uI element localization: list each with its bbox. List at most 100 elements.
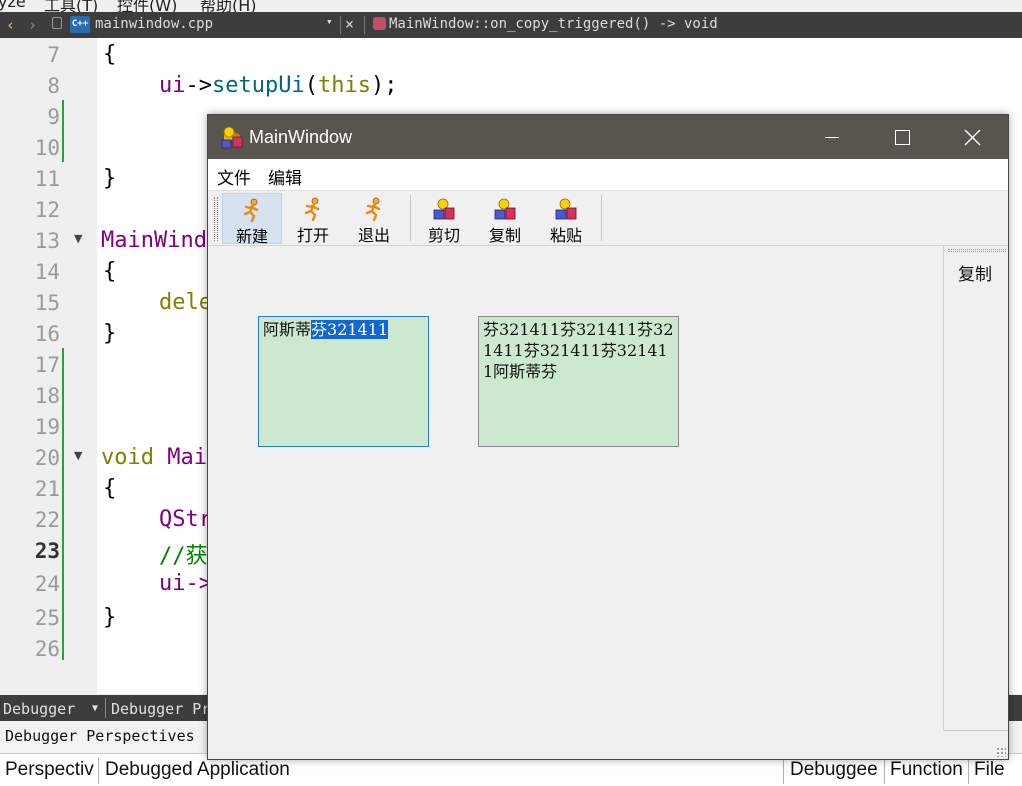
- close-document-icon[interactable]: ×: [345, 15, 354, 33]
- code-text: QStr: [159, 507, 212, 532]
- code-text: dele: [159, 290, 212, 315]
- minimize-icon: [825, 136, 839, 138]
- git-change-marker: [62, 348, 64, 660]
- code-token: (: [304, 73, 318, 98]
- toolbar-button-label: 粘贴: [549, 226, 582, 245]
- line-number: 12: [34, 198, 60, 222]
- menu-item-widgets[interactable]: 控件(W): [117, 0, 177, 12]
- menu-edit[interactable]: 编辑: [268, 164, 302, 189]
- menu-item-analyze[interactable]: yze: [0, 0, 26, 11]
- window-menubar: 文件 编辑: [208, 159, 1008, 190]
- fold-arrow-icon[interactable]: ▼: [74, 232, 82, 245]
- line-number: 24: [34, 572, 60, 596]
- line-number: 9: [47, 105, 60, 129]
- code-comment: //获: [159, 544, 208, 569]
- divider: [943, 730, 1008, 731]
- symbol-selector[interactable]: MainWindow::on_copy_triggered() -> void: [389, 16, 718, 32]
- window-toolbar: 新建 打开 退出 剪切 复制 粘贴: [208, 190, 1008, 246]
- tab-debuggee[interactable]: Debuggee: [790, 759, 880, 781]
- tab-file[interactable]: File: [974, 759, 1005, 781]
- line-number: 17: [34, 353, 60, 377]
- close-button[interactable]: [937, 115, 1007, 159]
- line-number: 25: [34, 606, 60, 630]
- chevron-down-icon[interactable]: ▼: [92, 703, 98, 714]
- text-edit-content: 芬321411芬321411芬321411芬321411芬321411阿斯蒂芬: [483, 320, 674, 381]
- person-run-icon: [365, 197, 381, 221]
- text-edit-source[interactable]: 阿斯蒂芬321411: [258, 316, 429, 447]
- toolbar-button-new[interactable]: 新建: [222, 193, 282, 246]
- toolbar-button-cut[interactable]: 剪切: [414, 193, 474, 245]
- document-selector[interactable]: mainwindow.cpp: [95, 16, 213, 32]
- code-token: Mai: [153, 445, 207, 470]
- debugger-preset-tab[interactable]: Debugger Pr: [111, 700, 210, 718]
- code-token: this: [317, 73, 371, 98]
- fold-arrow-icon[interactable]: ▼: [74, 449, 82, 462]
- code-text: {: [103, 42, 117, 67]
- toolbar-button-quit[interactable]: 退出: [344, 193, 404, 245]
- code-text: }: [103, 321, 117, 346]
- code-token: );: [370, 73, 398, 98]
- person-run-icon: [304, 197, 320, 221]
- line-number: 26: [34, 637, 60, 661]
- menu-file[interactable]: 文件: [217, 164, 251, 189]
- divider: [783, 758, 784, 784]
- code-line-8: ui->setupUi(this);: [159, 73, 397, 98]
- toolbar-button-label: 新建: [235, 227, 268, 246]
- window-title: MainWindow: [249, 127, 353, 147]
- perspectives-label[interactable]: Debugger Perspectives: [5, 727, 195, 745]
- forward-arrow-icon[interactable]: ›: [28, 16, 37, 34]
- tab-perspective[interactable]: Perspectiv: [5, 759, 97, 781]
- line-number: 10: [34, 136, 60, 160]
- git-change-marker: [62, 100, 64, 162]
- line-number: 8: [47, 74, 60, 98]
- code-text: }: [103, 166, 117, 191]
- minimize-button[interactable]: [797, 115, 867, 159]
- divider: [340, 16, 341, 34]
- code-token: ui: [159, 73, 186, 98]
- cpp-file-icon: C++: [70, 16, 90, 33]
- line-number: 14: [34, 260, 60, 284]
- title-bar[interactable]: MainWindow: [208, 115, 1008, 159]
- maximize-button[interactable]: [867, 115, 937, 159]
- shapes-icon: [494, 198, 516, 220]
- dock-widget: 复制: [943, 246, 1008, 730]
- toolbar-button-open[interactable]: 打开: [283, 193, 343, 245]
- menu-item-tools[interactable]: 工具(T): [44, 0, 98, 12]
- line-number: 15: [34, 291, 60, 315]
- text-edit-target[interactable]: 芬321411芬321411芬321411芬321411芬321411阿斯蒂芬: [478, 316, 679, 447]
- tab-debugged-application[interactable]: Debugged Application: [105, 759, 290, 781]
- back-arrow-icon[interactable]: ‹: [6, 16, 15, 34]
- close-icon: [964, 129, 980, 145]
- resize-grip-icon[interactable]: [996, 747, 1006, 757]
- code-token: ->: [185, 73, 213, 98]
- line-number: 21: [34, 477, 60, 501]
- line-number: 22: [34, 508, 60, 532]
- code-text: {: [103, 259, 117, 284]
- code-text: }: [103, 605, 117, 630]
- toolbar-button-paste[interactable]: 粘贴: [536, 193, 596, 245]
- person-run-icon: [243, 198, 259, 222]
- lock-icon: [52, 17, 62, 29]
- toolbar-grip-handle[interactable]: [214, 197, 218, 241]
- toolbar-button-label: 打开: [296, 226, 329, 245]
- code-text: {: [103, 476, 117, 501]
- tab-function[interactable]: Function: [890, 759, 965, 781]
- central-widget: 阿斯蒂芬321411 芬321411芬321411芬321411芬321411芬…: [208, 246, 1008, 759]
- line-number: 7: [47, 43, 60, 67]
- menu-item-help[interactable]: 帮助(H): [200, 0, 257, 12]
- chevron-down-icon[interactable]: ▾: [326, 15, 333, 28]
- debugger-dropdown[interactable]: Debugger: [3, 700, 75, 718]
- shapes-icon: [433, 198, 455, 220]
- function-symbol-icon: [373, 17, 386, 30]
- selected-text: 芬321411: [311, 320, 389, 339]
- maximize-icon: [894, 129, 910, 145]
- shapes-icon: [555, 198, 577, 220]
- line-number-gutter: 7 8 9 10 11 12 13 14 15 16 17 18 19 20 2…: [0, 38, 97, 694]
- line-number: 16: [34, 322, 60, 346]
- toolbar-button-copy[interactable]: 复制: [475, 193, 535, 245]
- current-line-number: 23: [34, 539, 60, 563]
- text-edit-content: 阿斯蒂: [263, 320, 312, 339]
- code-text: MainWind: [101, 228, 207, 253]
- code-text: ui->: [159, 571, 212, 596]
- dock-grip-handle[interactable]: [948, 249, 1006, 252]
